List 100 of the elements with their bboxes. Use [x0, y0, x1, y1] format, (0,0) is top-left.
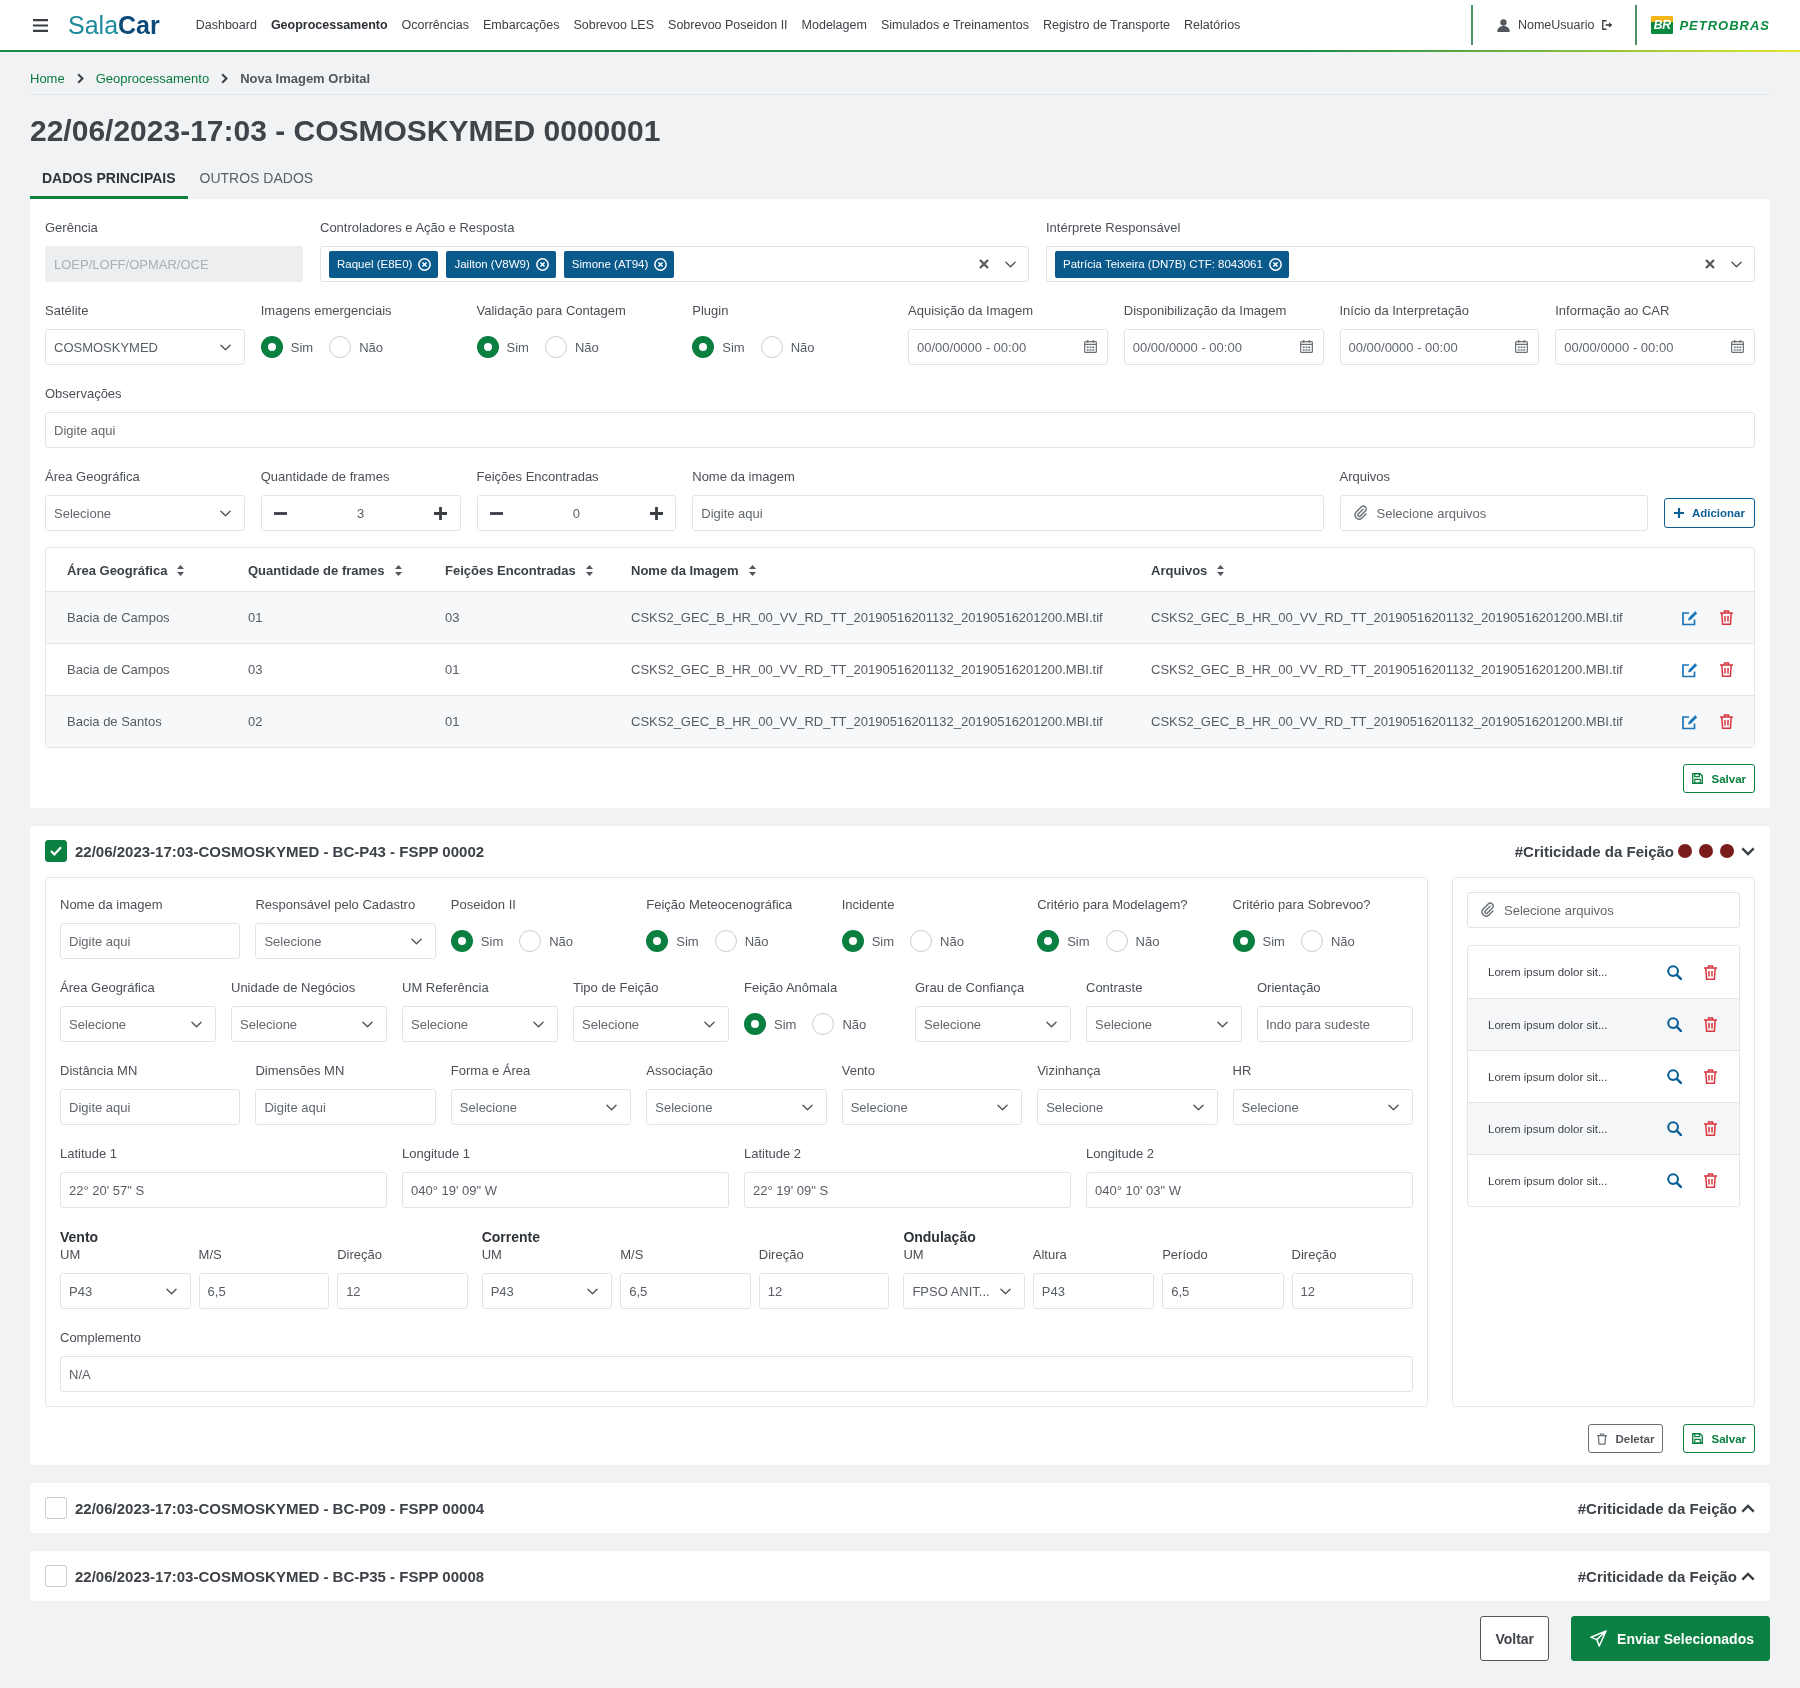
save-button[interactable]: Salvar: [1683, 1424, 1755, 1453]
add-button[interactable]: Adicionar: [1663, 498, 1755, 528]
clear-icon[interactable]: [979, 259, 989, 269]
remove-icon[interactable]: [535, 257, 549, 271]
column-header[interactable]: Quantidade de frames: [248, 562, 402, 578]
menu-icon[interactable]: [33, 18, 48, 32]
nav-link[interactable]: Sobrevoo LES: [573, 18, 655, 32]
radio-button[interactable]: [1037, 930, 1060, 952]
trash-icon[interactable]: [1720, 714, 1733, 729]
select-field[interactable]: P43: [481, 1273, 613, 1309]
date-field[interactable]: 00/00/0000 - 00:00: [1555, 329, 1755, 365]
text-field[interactable]: Digite aqui: [45, 412, 1755, 448]
logout-icon[interactable]: [1602, 20, 1614, 30]
app-logo[interactable]: SalaCar: [68, 10, 160, 40]
text-field[interactable]: N/A: [60, 1356, 1413, 1392]
text-field[interactable]: P43: [1032, 1273, 1155, 1309]
nav-link[interactable]: Modelagem: [801, 18, 867, 32]
file-list-item[interactable]: Lorem ipsum dolor sit...: [1468, 1154, 1739, 1206]
file-list-item[interactable]: Lorem ipsum dolor sit...: [1468, 946, 1739, 998]
multi-select-field[interactable]: Raquel (E8E0) Jailton (V8W9) Simone (AT94): [320, 246, 1029, 282]
nav-link[interactable]: Simulados e Treinamentos: [880, 18, 1029, 32]
column-header[interactable]: Nome da Imagem: [631, 562, 756, 578]
text-field[interactable]: 6,5: [620, 1273, 751, 1309]
radio-button[interactable]: [646, 930, 669, 952]
select-field[interactable]: Selecione: [60, 1006, 216, 1042]
text-field[interactable]: 12: [1291, 1273, 1413, 1309]
date-field[interactable]: 00/00/0000 - 00:00: [908, 329, 1108, 365]
trash-icon[interactable]: [1720, 662, 1733, 677]
radio-button[interactable]: [841, 930, 864, 952]
nav-link[interactable]: Geoprocessamento: [270, 18, 388, 32]
date-field[interactable]: 00/00/0000 - 00:00: [1123, 329, 1324, 365]
column-header[interactable]: Feições Encontradas: [445, 562, 593, 578]
text-field[interactable]: 6,5: [1162, 1273, 1284, 1309]
select-field[interactable]: P43: [60, 1273, 191, 1309]
back-button[interactable]: Voltar: [1480, 1616, 1550, 1661]
remove-icon[interactable]: [1268, 257, 1282, 271]
delete-button[interactable]: Deletar: [1588, 1424, 1664, 1453]
trash-icon[interactable]: [1704, 1069, 1717, 1084]
remove-icon[interactable]: [654, 257, 668, 271]
text-field[interactable]: Digite aqui: [692, 495, 1324, 531]
plus-icon[interactable]: [650, 506, 664, 520]
select-field[interactable]: Selecione: [231, 1006, 387, 1042]
radio-button[interactable]: [476, 336, 499, 358]
radio-button[interactable]: [450, 930, 473, 952]
nav-link[interactable]: Embarcações: [483, 18, 560, 32]
text-field[interactable]: Digite aqui: [255, 1089, 436, 1125]
select-field[interactable]: Selecione: [45, 495, 245, 531]
plus-icon[interactable]: [1673, 508, 1684, 518]
edit-icon[interactable]: [1682, 713, 1698, 730]
text-field[interactable]: Digite aqui: [60, 923, 241, 959]
select-field[interactable]: Selecione: [450, 1089, 632, 1125]
text-field[interactable]: Digite aqui: [60, 1089, 241, 1125]
chevron-up-icon[interactable]: [1741, 1571, 1755, 1581]
chevron-down-icon[interactable]: [1741, 846, 1755, 856]
edit-icon[interactable]: [1682, 661, 1698, 678]
multi-select-field[interactable]: Patrícia Teixeira (DN7B) CTF: 8043061: [1046, 246, 1755, 282]
chevron-up-icon[interactable]: [1741, 1503, 1755, 1513]
nav-link[interactable]: Sobrevoo Poseidon II: [668, 18, 788, 32]
select-field[interactable]: COSMOSKYMED: [45, 329, 245, 365]
number-stepper[interactable]: 0: [476, 495, 677, 531]
breadcrumb-link[interactable]: Geoprocessamento: [95, 70, 210, 86]
column-header[interactable]: Arquivos: [1151, 562, 1225, 578]
sort-icon[interactable]: [394, 564, 402, 576]
select-field[interactable]: Selecione: [1086, 1006, 1242, 1042]
nav-link[interactable]: Relatórios: [1184, 18, 1241, 32]
date-field[interactable]: 00/00/0000 - 00:00: [1339, 329, 1540, 365]
text-field[interactable]: 040° 19' 09" W: [402, 1172, 729, 1208]
minus-icon[interactable]: [273, 511, 287, 515]
file-picker-field[interactable]: Selecione arquivos: [1467, 892, 1740, 928]
selected-chip[interactable]: Raquel (E8E0): [329, 250, 439, 278]
nav-link[interactable]: Ocorrências: [401, 18, 469, 32]
nav-link[interactable]: Registro de Transporte: [1042, 18, 1171, 32]
text-field[interactable]: 22° 20' 57" S: [60, 1172, 387, 1208]
search-icon[interactable]: [1667, 1069, 1682, 1084]
text-field[interactable]: 12: [337, 1273, 468, 1309]
send-selected-button[interactable]: Enviar Selecionados: [1571, 1616, 1770, 1661]
plus-icon[interactable]: [434, 506, 448, 520]
remove-icon[interactable]: [418, 257, 432, 271]
file-list-item[interactable]: Lorem ipsum dolor sit...: [1468, 998, 1739, 1050]
sort-icon[interactable]: [1217, 564, 1225, 576]
trash-icon[interactable]: [1704, 1173, 1717, 1188]
radio-button[interactable]: [260, 336, 283, 358]
tab[interactable]: OUTROS DADOS: [187, 160, 326, 199]
select-field[interactable]: Selecione: [841, 1089, 1023, 1125]
user-name[interactable]: NomeUsuario: [1517, 18, 1595, 32]
edit-icon[interactable]: [1682, 609, 1698, 626]
select-field[interactable]: Selecione: [1232, 1089, 1413, 1125]
text-field[interactable]: 22° 19' 09" S: [744, 1172, 1071, 1208]
file-picker-field[interactable]: Selecione arquivos: [1339, 495, 1648, 531]
select-field[interactable]: Selecione: [255, 923, 436, 959]
text-field[interactable]: 040° 10' 03" W: [1086, 1172, 1413, 1208]
search-icon[interactable]: [1667, 1017, 1682, 1032]
breadcrumb-link[interactable]: Home: [30, 70, 65, 86]
checkbox[interactable]: [45, 840, 67, 862]
radio-button[interactable]: [744, 1013, 766, 1035]
select-field[interactable]: Selecione: [1037, 1089, 1218, 1125]
search-icon[interactable]: [1667, 1173, 1682, 1188]
sort-icon[interactable]: [177, 564, 185, 576]
save-button[interactable]: Salvar: [1683, 764, 1755, 793]
select-field[interactable]: Selecione: [915, 1006, 1071, 1042]
